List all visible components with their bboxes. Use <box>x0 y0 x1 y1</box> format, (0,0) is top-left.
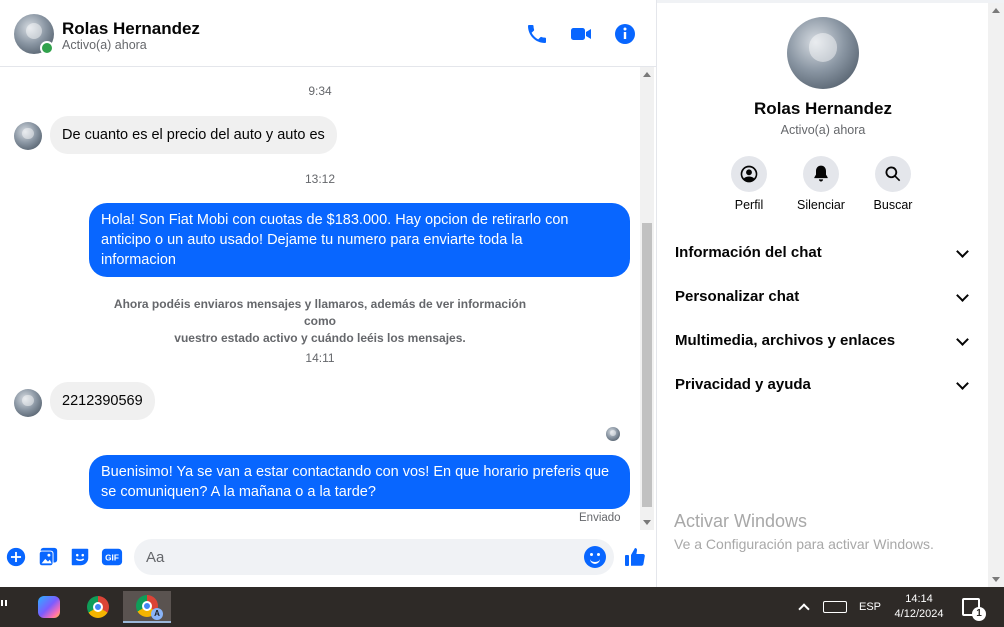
chevron-down-icon <box>956 333 969 346</box>
chevron-down-icon <box>956 377 969 390</box>
keyboard-icon[interactable] <box>823 601 847 613</box>
mute-label: Silenciar <box>797 198 845 212</box>
search-label: Buscar <box>873 198 913 212</box>
chrome-profile-taskbar-button[interactable]: A <box>123 591 171 623</box>
gif-label: GIF <box>105 554 119 563</box>
chevron-down-icon <box>956 245 969 258</box>
incoming-message[interactable]: 2212390569 <box>50 382 155 420</box>
message-list: 9:34 De cuanto es el precio del auto y a… <box>0 67 640 530</box>
chat-info-panel: Rolas Hernandez Activo(a) ahora Perfil S… <box>658 3 988 587</box>
scroll-up-icon[interactable] <box>643 72 651 77</box>
copilot-taskbar-button[interactable] <box>29 591 69 623</box>
notice-line: vuestro estado activo y cuándo leéis los… <box>174 331 466 345</box>
privacy-notice: Ahora podéis enviaros mensajes y llamaro… <box>100 296 540 347</box>
contact-name[interactable]: Rolas Hernandez <box>62 19 200 39</box>
sender-avatar <box>14 389 42 417</box>
mute-button[interactable]: Silenciar <box>781 156 861 212</box>
scroll-down-icon[interactable] <box>643 520 651 525</box>
message-line: anticipo o un auto usado! Dejame tu nume… <box>101 232 523 248</box>
task-view-icon[interactable] <box>0 599 8 615</box>
profile-name: Rolas Hernandez <box>754 99 892 118</box>
chrome-icon <box>87 596 109 618</box>
outgoing-message[interactable]: Buenisimo! Ya se van a estar contactando… <box>89 455 630 509</box>
page-scrollbar[interactable] <box>988 3 1004 587</box>
profile-label: Perfil <box>734 198 764 212</box>
message-placeholder: Aa <box>146 549 165 566</box>
section-chat-info[interactable]: Información del chat <box>675 242 971 266</box>
scroll-down-icon[interactable] <box>992 577 1000 582</box>
seen-avatar <box>606 427 620 441</box>
section-label: Privacidad y ayuda <box>675 376 811 393</box>
chrome-taskbar-button[interactable] <box>78 591 118 623</box>
clock-time: 14:14 <box>905 593 933 605</box>
message-line: informacion <box>101 252 176 268</box>
message-line: Hola! Son Fiat Mobi con cuotas de $183.0… <box>101 212 569 228</box>
chat-panel: Rolas Hernandez Activo(a) ahora 9:34 De … <box>0 0 657 587</box>
message-scrollbar[interactable] <box>640 67 654 530</box>
phone-icon[interactable] <box>525 22 549 46</box>
outgoing-message[interactable]: Hola! Son Fiat Mobi con cuotas de $183.0… <box>89 203 630 277</box>
video-icon[interactable] <box>569 22 593 46</box>
notification-count: 1 <box>972 607 986 621</box>
timestamp: 14:11 <box>305 351 335 365</box>
gif-icon[interactable]: GIF <box>101 546 123 568</box>
profile-avatar[interactable] <box>787 17 859 89</box>
activation-watermark-title: Activar Windows <box>674 511 808 531</box>
section-customize-chat[interactable]: Personalizar chat <box>675 286 971 310</box>
search-icon <box>875 156 911 192</box>
scroll-thumb[interactable] <box>642 223 652 507</box>
plus-icon[interactable] <box>5 546 27 568</box>
message-input[interactable]: Aa <box>134 539 614 575</box>
incoming-message[interactable]: De cuanto es el precio del auto y auto e… <box>50 116 337 154</box>
sent-status: Enviado <box>579 512 621 524</box>
hidden-icons-chevron-icon[interactable] <box>798 587 814 627</box>
section-privacy-help[interactable]: Privacidad y ayuda <box>675 374 971 398</box>
section-label: Información del chat <box>675 244 822 261</box>
bell-icon <box>803 156 839 192</box>
contact-status: Activo(a) ahora <box>62 38 147 52</box>
image-icon[interactable] <box>37 546 59 568</box>
profile-status: Activo(a) ahora <box>780 123 866 137</box>
chevron-down-icon <box>956 289 969 302</box>
timestamp: 9:34 <box>308 84 332 98</box>
profile-icon <box>731 156 767 192</box>
scroll-up-icon[interactable] <box>992 8 1000 13</box>
sender-avatar <box>14 122 42 150</box>
like-icon[interactable] <box>623 545 647 569</box>
activation-watermark-subtitle: Ve a Configuración para activar Windows. <box>674 536 934 552</box>
clock[interactable]: 14:14 4/12/2024 <box>888 587 950 627</box>
section-media-files[interactable]: Multimedia, archivos y enlaces <box>675 330 971 354</box>
windows-taskbar: A ESP 14:14 4/12/2024 1 <box>0 587 1004 627</box>
copilot-icon <box>38 596 60 618</box>
section-label: Personalizar chat <box>675 288 800 305</box>
profile-badge: A <box>151 608 163 620</box>
search-button[interactable]: Buscar <box>853 156 933 212</box>
composer: GIF Aa <box>0 532 656 584</box>
sticker-icon[interactable] <box>69 546 91 568</box>
input-language[interactable]: ESP <box>859 587 881 627</box>
timestamp: 13:12 <box>304 172 336 186</box>
clock-date: 4/12/2024 <box>894 608 944 620</box>
notice-line: Ahora podéis enviaros mensajes y llamaro… <box>113 297 527 328</box>
section-label: Multimedia, archivos y enlaces <box>675 332 896 349</box>
profile-button[interactable]: Perfil <box>709 156 789 212</box>
info-icon[interactable] <box>613 22 637 46</box>
message-line: Buenisimo! Ya se van a estar contactando… <box>101 464 610 480</box>
message-line: se comuniquen? A la mañana o a la tarde? <box>101 484 376 500</box>
emoji-icon[interactable] <box>584 546 606 568</box>
chat-header: Rolas Hernandez Activo(a) ahora <box>0 3 656 67</box>
online-status-dot <box>40 41 54 55</box>
